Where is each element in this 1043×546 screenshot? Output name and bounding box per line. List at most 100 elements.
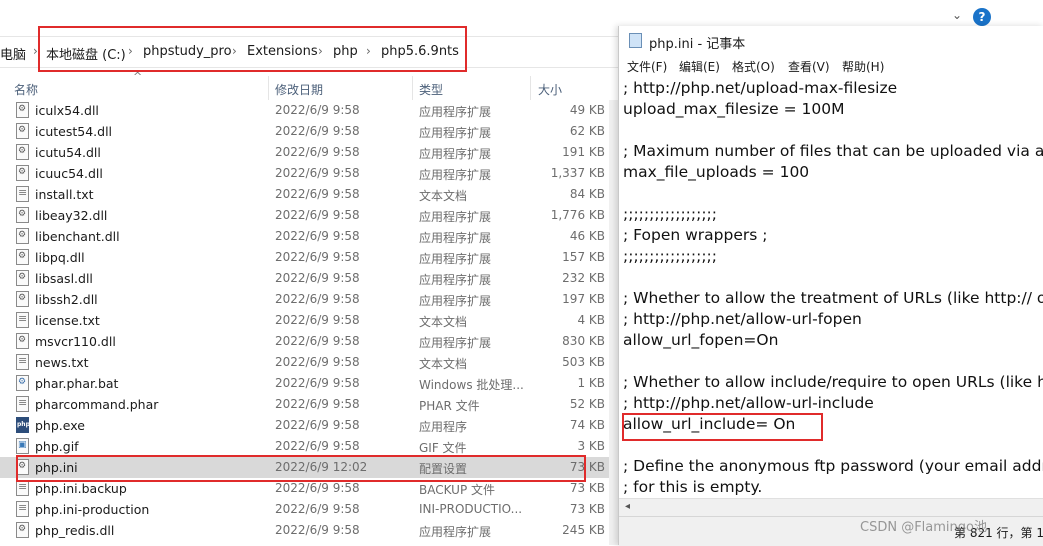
file-row[interactable]: libenchant.dll 2022/6/9 9:58 应用程序扩展 46 KB [0, 226, 610, 247]
text-line: ; http://php.net/allow-url-fopen [623, 310, 862, 328]
file-row[interactable]: php.ini-production 2022/6/9 9:58 INI-PRODU… [0, 499, 610, 520]
file-size: 73 KB [569, 502, 605, 516]
file-type: 应用程序扩展 [419, 231, 492, 245]
php-file-icon [16, 417, 30, 433]
text-line: ; http://php.net/allow-url-include [623, 394, 874, 412]
file-type: INI-PRODUCTIO... [419, 502, 523, 516]
file-row[interactable]: msvcr110.dll 2022/6/9 9:58 应用程序扩展 830 KB [0, 331, 610, 352]
gear-file-icon [16, 123, 29, 139]
notepad-icon [629, 33, 642, 48]
bat-file-icon [16, 375, 29, 391]
file-size: 232 KB [562, 271, 605, 285]
file-row[interactable]: libpq.dll 2022/6/9 9:58 应用程序扩展 157 KB [0, 247, 610, 268]
file-type: GIF 文件 [419, 441, 467, 455]
file-row[interactable]: license.txt 2022/6/9 9:58 文本文档 4 KB [0, 310, 610, 331]
file-type: 应用程序扩展 [419, 525, 492, 539]
file-row[interactable]: libeay32.dll 2022/6/9 9:58 应用程序扩展 1,776 KB [0, 205, 610, 226]
gear-file-icon [16, 249, 29, 265]
file-size: 49 KB [569, 103, 605, 117]
file-name: phar.phar.bat [35, 376, 119, 391]
file-date: 2022/6/9 9:58 [275, 334, 360, 348]
gear-file-icon [16, 333, 29, 349]
file-row[interactable]: libsasl.dll 2022/6/9 9:58 应用程序扩展 232 KB [0, 268, 610, 289]
file-date: 2022/6/9 9:58 [275, 523, 360, 537]
file-date: 2022/6/9 9:58 [275, 250, 360, 264]
column-date[interactable]: 修改日期 [275, 81, 323, 98]
text-line: ; Define the anonymous ftp password (you… [623, 457, 1043, 475]
file-name: iculx54.dll [35, 103, 99, 118]
file-size: 191 KB [562, 145, 605, 159]
column-name[interactable]: 名称 [14, 81, 38, 98]
file-date: 2022/6/9 9:58 [275, 145, 360, 159]
file-size: 197 KB [562, 292, 605, 306]
scroll-left-icon[interactable]: ◂ [625, 501, 630, 512]
menu-file[interactable]: 文件(F) [627, 58, 667, 75]
file-type: 应用程序扩展 [419, 252, 492, 266]
column-divider[interactable] [530, 76, 531, 100]
breadcrumb-pc[interactable]: 电脑 [0, 44, 26, 63]
file-row[interactable]: php.exe 2022/6/9 9:58 应用程序 74 KB [0, 415, 610, 436]
gear-file-icon [16, 165, 29, 181]
txt-file-icon [16, 501, 29, 517]
file-type: 应用程序扩展 [419, 168, 492, 182]
file-date: 2022/6/9 9:58 [275, 271, 360, 285]
file-date: 2022/6/9 9:58 [275, 313, 360, 327]
txt-file-icon [16, 354, 29, 370]
file-size: 503 KB [562, 355, 605, 369]
chevron-down-icon[interactable]: ⌄ [952, 8, 962, 22]
menu-edit[interactable]: 编辑(E) [679, 58, 720, 75]
file-type: 应用程序扩展 [419, 147, 492, 161]
file-size: 830 KB [562, 334, 605, 348]
notepad-window: php.ini - 记事本 文件(F) 编辑(E) 格式(O) 查看(V) 帮助… [618, 26, 1043, 546]
text-line: ; Fopen wrappers ; [623, 226, 768, 244]
menu-view[interactable]: 查看(V) [788, 58, 830, 75]
file-size: 62 KB [569, 124, 605, 138]
file-date: 2022/6/9 9:58 [275, 502, 360, 516]
file-row[interactable]: php_redis.dll 2022/6/9 9:58 应用程序扩展 245 KB [0, 520, 610, 541]
file-row[interactable]: install.txt 2022/6/9 9:58 文本文档 84 KB [0, 184, 610, 205]
file-size: 1 KB [577, 376, 605, 390]
text-line: allow_url_fopen=On [623, 331, 779, 349]
file-row[interactable]: news.txt 2022/6/9 9:58 文本文档 503 KB [0, 352, 610, 373]
file-row[interactable]: icuuc54.dll 2022/6/9 9:58 应用程序扩展 1,337 KB [0, 163, 610, 184]
help-icon[interactable]: ? [973, 8, 991, 26]
file-name: php_redis.dll [35, 523, 115, 538]
file-row[interactable]: icutu54.dll 2022/6/9 9:58 应用程序扩展 191 KB [0, 142, 610, 163]
gear-file-icon [16, 144, 29, 160]
horizontal-scrollbar[interactable]: ◂ [619, 498, 1043, 517]
file-name: pharcommand.phar [35, 397, 159, 412]
notepad-title-bar[interactable]: php.ini - 记事本 [619, 26, 1043, 54]
file-row[interactable]: icutest54.dll 2022/6/9 9:58 应用程序扩展 62 KB [0, 121, 610, 142]
vertical-scrollbar[interactable] [609, 100, 618, 545]
menu-format[interactable]: 格式(O) [732, 58, 775, 75]
column-divider[interactable] [268, 76, 269, 100]
column-divider[interactable] [412, 76, 413, 100]
file-type: 文本文档 [419, 315, 468, 329]
file-row[interactable]: php.gif 2022/6/9 9:58 GIF 文件 3 KB [0, 436, 610, 457]
file-name: icuuc54.dll [35, 166, 103, 181]
gear-file-icon [16, 270, 29, 286]
file-row[interactable]: libssh2.dll 2022/6/9 9:58 应用程序扩展 197 KB [0, 289, 610, 310]
file-size: 46 KB [569, 229, 605, 243]
file-type: Windows 批处理... [419, 378, 524, 392]
file-name: news.txt [35, 355, 89, 370]
text-line: ;;;;;;;;;;;;;;;;;; [623, 247, 717, 265]
column-type[interactable]: 类型 [419, 81, 443, 98]
file-type: BACKUP 文件 [419, 483, 495, 497]
gear-file-icon [16, 207, 29, 223]
menu-help[interactable]: 帮助(H) [842, 58, 884, 75]
file-name: php.gif [35, 439, 79, 454]
text-line: ; Whether to allow include/require to op… [623, 373, 1043, 391]
file-row[interactable]: iculx54.dll 2022/6/9 9:58 应用程序扩展 49 KB [0, 100, 610, 121]
file-row[interactable]: phar.phar.bat 2022/6/9 9:58 Windows 批处理...… [0, 373, 610, 394]
img-file-icon [16, 438, 29, 454]
gear-file-icon [16, 228, 29, 244]
txt-file-icon [16, 312, 29, 328]
file-row[interactable]: pharcommand.phar 2022/6/9 9:58 PHAR 文件 52 K… [0, 394, 610, 415]
file-name: libpq.dll [35, 250, 85, 265]
file-date: 2022/6/9 9:58 [275, 376, 360, 390]
file-name: install.txt [35, 187, 94, 202]
file-date: 2022/6/9 9:58 [275, 418, 360, 432]
txt-file-icon [16, 396, 29, 412]
column-size[interactable]: 大小 [538, 81, 562, 98]
